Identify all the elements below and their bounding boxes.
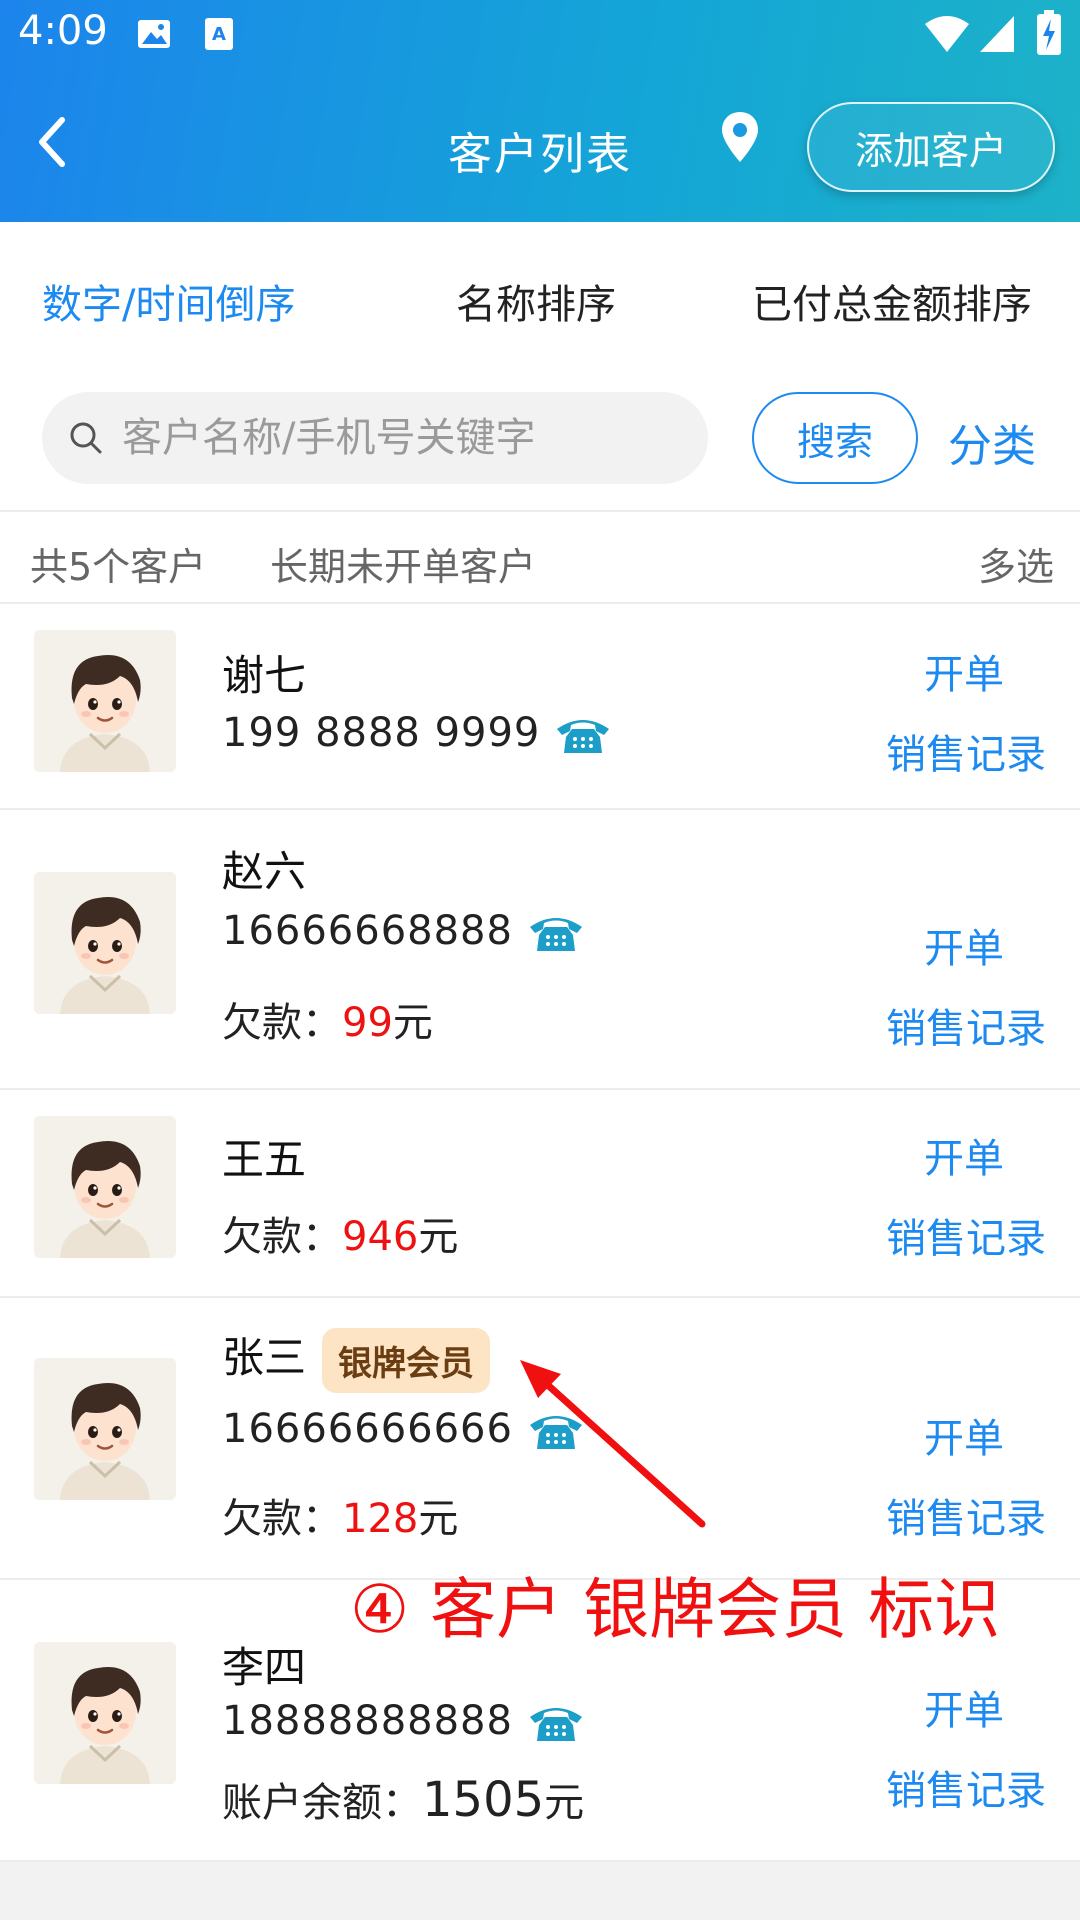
- search-input[interactable]: [122, 392, 692, 484]
- debt-text: 欠款：99元: [222, 990, 433, 1048]
- tab-sort-name[interactable]: 名称排序: [456, 272, 616, 330]
- customer-phone: 16666666666: [222, 1406, 585, 1453]
- wifi-icon: [925, 16, 969, 52]
- phone-number: 18888888888: [222, 1698, 513, 1744]
- currency-unit: 元: [418, 1496, 459, 1542]
- phone-number: 16666668888: [222, 908, 513, 954]
- customer-info-row: 共5个客户 长期未开单客户 多选: [0, 510, 1080, 604]
- open-order-link[interactable]: 开单: [924, 1406, 1004, 1464]
- search-box[interactable]: [42, 392, 708, 484]
- tab-sort-paid-amount[interactable]: 已付总金额排序: [752, 272, 1032, 330]
- customer-name-with-badge: 张三 银牌会员: [222, 1324, 491, 1393]
- debt-label: 欠款：: [222, 1214, 342, 1260]
- nav-bar: 客户列表 添加客户: [0, 82, 1080, 212]
- customer-name: 王五: [222, 1135, 307, 1184]
- phone-icon[interactable]: [527, 911, 585, 955]
- debt-text: 欠款：128元: [222, 1486, 458, 1544]
- customer-name: 谢七: [222, 651, 307, 700]
- category-link[interactable]: 分类: [948, 410, 1036, 474]
- inactive-customers-link[interactable]: 长期未开单客户: [270, 536, 536, 591]
- sales-record-link[interactable]: 销售记录: [886, 1486, 1046, 1544]
- search-button[interactable]: 搜索: [752, 392, 918, 484]
- debt-text: 欠款：946元: [222, 1204, 458, 1262]
- avatar: [34, 1642, 176, 1784]
- member-badge: 银牌会员: [322, 1328, 491, 1393]
- customer-phone: 16666668888: [222, 908, 585, 955]
- customer-phone: 199 8888 9999: [222, 710, 612, 757]
- phone-number: 16666666666: [222, 1406, 513, 1452]
- customer-row[interactable]: 赵六 16666668888 欠款：99元 开单 销售记录: [0, 810, 1080, 1090]
- customer-name: 李四: [222, 1643, 307, 1692]
- customer-name: 赵六: [222, 847, 307, 896]
- sales-record-link[interactable]: 销售记录: [886, 1758, 1046, 1816]
- customer-row[interactable]: 谢七 199 8888 9999 开单 销售记录: [0, 604, 1080, 810]
- search-icon: [70, 422, 102, 454]
- avatar: [34, 630, 176, 772]
- battery-charging-icon: [1037, 10, 1061, 55]
- phone-number: 199 8888 9999: [222, 710, 541, 756]
- map-pin-icon[interactable]: [720, 110, 760, 166]
- avatar: [34, 1358, 176, 1500]
- customer-phone: 18888888888: [222, 1698, 585, 1745]
- avatar: [34, 872, 176, 1014]
- search-row: 搜索 分类: [0, 372, 1080, 510]
- app-header: 4:09 A 客户列表 添加客户: [0, 0, 1080, 222]
- translate-notification-icon: A: [205, 18, 233, 50]
- annotation-label: ④ 客户 银牌会员 标识: [350, 1571, 1001, 1648]
- customer-list: 谢七 199 8888 9999 开单 销售记录 赵六 16666668888 …: [0, 604, 1080, 1862]
- image-notification-icon: [138, 20, 170, 48]
- sales-record-link[interactable]: 销售记录: [886, 722, 1046, 780]
- tab-sort-number-time[interactable]: 数字/时间倒序: [42, 272, 295, 330]
- add-customer-button[interactable]: 添加客户: [807, 102, 1055, 192]
- currency-unit: 元: [392, 1000, 433, 1046]
- phone-icon[interactable]: [527, 1701, 585, 1745]
- customer-count: 共5个客户: [30, 545, 207, 589]
- sales-record-link[interactable]: 销售记录: [886, 1206, 1046, 1264]
- sales-record-link[interactable]: 销售记录: [886, 996, 1046, 1054]
- customer-row[interactable]: 王五 欠款：946元 开单 销售记录: [0, 1090, 1080, 1298]
- multi-select-button[interactable]: 多选: [978, 536, 1054, 591]
- open-order-link[interactable]: 开单: [924, 916, 1004, 974]
- balance-label: 账户余额：: [222, 1780, 422, 1826]
- open-order-link[interactable]: 开单: [924, 1678, 1004, 1736]
- cellular-signal-icon: [980, 16, 1014, 52]
- debt-label: 欠款：: [222, 1000, 342, 1046]
- sort-bar: 数字/时间倒序 名称排序 已付总金额排序: [0, 222, 1080, 372]
- currency-unit: 元: [418, 1214, 459, 1260]
- status-bar: 4:09 A: [0, 0, 1080, 72]
- balance-amount: 1505: [422, 1772, 545, 1828]
- avatar: [34, 1116, 176, 1258]
- debt-amount: 99: [342, 1000, 393, 1046]
- phone-icon[interactable]: [527, 1409, 585, 1453]
- debt-amount: 128: [342, 1496, 419, 1542]
- debt-amount: 946: [342, 1214, 419, 1260]
- open-order-link[interactable]: 开单: [924, 642, 1004, 700]
- phone-icon[interactable]: [554, 713, 612, 757]
- open-order-link[interactable]: 开单: [924, 1126, 1004, 1184]
- customer-name: 张三: [222, 1333, 307, 1382]
- debt-label: 欠款：: [222, 1496, 342, 1542]
- balance-text: 账户余额：1505元: [222, 1770, 584, 1828]
- status-time: 4:09: [18, 8, 108, 54]
- currency-unit: 元: [544, 1780, 585, 1826]
- svg-text:A: A: [212, 24, 226, 45]
- customer-row[interactable]: 张三 银牌会员 16666666666 欠款：128元 开单 销售记录: [0, 1298, 1080, 1580]
